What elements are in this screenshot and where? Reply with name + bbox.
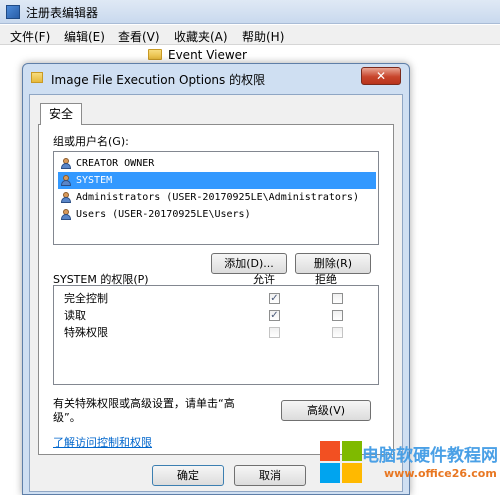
list-item-label: SYSTEM — [76, 175, 113, 186]
close-button[interactable]: ✕ — [361, 67, 401, 85]
list-item[interactable]: Users (USER-20170925LE\Users) — [58, 206, 376, 223]
tab-security[interactable]: 安全 — [40, 103, 82, 125]
list-item-label: Users (USER-20170925LE\Users) — [76, 209, 251, 220]
dialog-body: 安全 组或用户名(G): CREATOR OWNER SYSTEM Admini… — [29, 94, 403, 492]
user-group-icon — [60, 209, 73, 220]
user-group-icon — [60, 175, 73, 186]
watermark-title: 电脑软硬件教程网 — [362, 446, 498, 466]
menu-favorites[interactable]: 收藏夹(A) — [174, 28, 228, 45]
list-item-selected[interactable]: SYSTEM — [58, 172, 376, 189]
permission-row: 完全控制 ✓ — [64, 290, 364, 307]
menu-view[interactable]: 查看(V) — [118, 28, 160, 45]
ok-button[interactable]: 确定 — [152, 465, 224, 486]
list-item-label: Administrators (USER-20170925LE\Administ… — [76, 192, 359, 203]
user-group-icon — [60, 158, 73, 169]
close-icon: ✕ — [375, 69, 387, 83]
group-or-user-label: 组或用户名(G): — [53, 135, 129, 148]
cancel-button[interactable]: 取消 — [234, 465, 306, 486]
watermark-url: www.office26.com — [384, 467, 497, 480]
permission-name: 完全控制 — [64, 292, 108, 305]
permissions-list: 完全控制 ✓ 读取 ✓ 特殊权限 — [53, 285, 379, 385]
deny-checkbox[interactable] — [332, 293, 343, 304]
site-watermark: 电脑软硬件教程网 www.office26.com — [318, 437, 500, 495]
allow-checkbox[interactable]: ✓ — [269, 310, 280, 321]
allow-checkbox[interactable]: ✓ — [269, 293, 280, 304]
security-tab-panel: 组或用户名(G): CREATOR OWNER SYSTEM Administr… — [38, 124, 394, 455]
folder-icon — [148, 49, 162, 60]
menu-help[interactable]: 帮助(H) — [242, 28, 284, 45]
advanced-hint: 有关特殊权限或高级设置，请单击“高 级”。 — [53, 397, 273, 425]
advanced-hint-line2: 级”。 — [53, 411, 81, 424]
regedit-app-icon — [6, 5, 20, 19]
permission-row: 读取 ✓ — [64, 307, 364, 324]
regedit-menubar: 文件(F) 编辑(E) 查看(V) 收藏夹(A) 帮助(H) — [0, 25, 500, 45]
list-item[interactable]: CREATOR OWNER — [58, 155, 376, 172]
dialog-title: Image File Execution Options 的权限 — [51, 73, 266, 87]
user-listbox[interactable]: CREATOR OWNER SYSTEM Administrators (USE… — [53, 151, 379, 245]
windows-logo-icon — [320, 441, 364, 485]
advanced-hint-line1: 有关特殊权限或高级设置，请单击“高 — [53, 397, 235, 410]
deny-checkbox — [332, 327, 343, 338]
dialog-titlebar[interactable]: Image File Execution Options 的权限 ✕ — [23, 64, 409, 92]
regedit-title: 注册表编辑器 — [26, 6, 99, 20]
user-group-icon — [60, 192, 73, 203]
regedit-titlebar: 注册表编辑器 — [0, 0, 500, 24]
permissions-dialog: Image File Execution Options 的权限 ✕ 安全 组或… — [22, 63, 410, 495]
permission-name: 特殊权限 — [64, 326, 108, 339]
permission-row: 特殊权限 — [64, 324, 364, 341]
allow-checkbox — [269, 327, 280, 338]
menu-file[interactable]: 文件(F) — [10, 28, 50, 45]
tree-item-label: Event Viewer — [168, 48, 247, 62]
menu-edit[interactable]: 编辑(E) — [64, 28, 105, 45]
folder-icon — [31, 72, 43, 83]
advanced-button[interactable]: 高级(V) — [281, 400, 371, 421]
access-control-help-link[interactable]: 了解访问控制和权限 — [53, 434, 152, 450]
add-button[interactable]: 添加(D)... — [211, 253, 287, 274]
permission-name: 读取 — [64, 309, 86, 322]
list-item[interactable]: Administrators (USER-20170925LE\Administ… — [58, 189, 376, 206]
regedit-right-pane — [410, 46, 500, 495]
deny-checkbox[interactable] — [332, 310, 343, 321]
list-item-label: CREATOR OWNER — [76, 158, 155, 169]
